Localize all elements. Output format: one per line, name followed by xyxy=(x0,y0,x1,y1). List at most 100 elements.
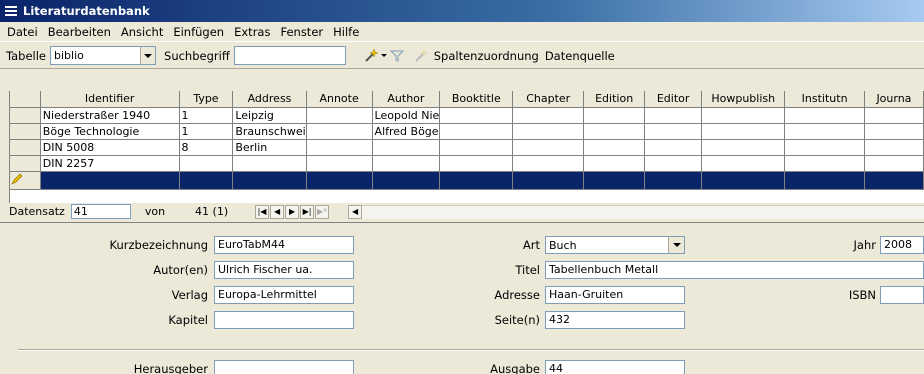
table-row[interactable]: Böge Technologie 1 Braunschwei Alfred Böge xyxy=(10,123,924,140)
table-cell[interactable] xyxy=(701,171,786,190)
table-cell[interactable] xyxy=(512,171,585,190)
table-cell[interactable] xyxy=(701,155,786,172)
table-cell[interactable] xyxy=(512,139,585,156)
table-cell[interactable] xyxy=(439,123,514,140)
table-cell[interactable] xyxy=(583,139,646,156)
table-cell[interactable] xyxy=(306,107,373,124)
ausgabe-input[interactable]: 44 xyxy=(545,360,685,374)
prev-record-button[interactable]: ◀ xyxy=(270,204,285,219)
column-header-editor[interactable]: Editor xyxy=(644,91,703,108)
kurz-input[interactable]: EuroTabM44 xyxy=(214,236,354,254)
row-header[interactable] xyxy=(10,171,41,190)
grid-corner[interactable] xyxy=(10,91,41,108)
table-cell[interactable]: DIN 5008 xyxy=(40,139,180,156)
chevron-down-icon[interactable] xyxy=(668,237,684,253)
kapitel-input[interactable] xyxy=(214,311,354,329)
table-cell[interactable] xyxy=(644,123,703,140)
table-cell[interactable] xyxy=(784,171,865,190)
table-cell[interactable] xyxy=(644,107,703,124)
table-cell[interactable] xyxy=(179,171,234,190)
table-cell[interactable] xyxy=(306,171,373,190)
column-header-edition[interactable]: Edition xyxy=(583,91,646,108)
table-row[interactable]: Niederstraßer 1940 1 Leipzig Leopold Nie xyxy=(10,107,924,124)
column-header-address[interactable]: Address xyxy=(232,91,307,108)
table-row[interactable]: DIN 5008 8 Berlin xyxy=(10,139,924,156)
table-cell[interactable] xyxy=(512,123,585,140)
table-cell[interactable]: Böge Technologie xyxy=(40,123,180,140)
herausgeber-input[interactable] xyxy=(214,360,354,374)
table-cell[interactable] xyxy=(583,171,646,190)
data-grid[interactable]: Identifier Type Address Annote Author Booktit… xyxy=(9,91,924,203)
table-cell[interactable] xyxy=(372,155,441,172)
column-header-howpublish[interactable]: Howpublish xyxy=(701,91,786,108)
titel-input[interactable]: Tabellenbuch Metall xyxy=(545,261,924,279)
search-input[interactable] xyxy=(233,46,346,65)
menu-extras[interactable]: Extras xyxy=(229,25,275,39)
table-cell[interactable] xyxy=(372,171,441,190)
column-header-journa[interactable]: Journa xyxy=(864,91,924,108)
table-cell[interactable] xyxy=(179,155,234,172)
verlag-input[interactable]: Europa-Lehrmittel xyxy=(214,286,354,304)
table-cell[interactable]: Braunschwei xyxy=(232,123,307,140)
row-header[interactable] xyxy=(10,107,41,124)
table-cell[interactable]: Niederstraßer 1940 xyxy=(40,107,180,124)
column-header-chapter[interactable]: Chapter xyxy=(512,91,585,108)
menu-ansicht[interactable]: Ansicht xyxy=(116,25,168,39)
autor-input[interactable]: Ulrich Fischer ua. xyxy=(214,261,354,279)
horizontal-scrollbar[interactable] xyxy=(362,204,924,219)
table-row[interactable] xyxy=(10,171,924,190)
table-cell[interactable] xyxy=(701,107,786,124)
adresse-input[interactable]: Haan-Gruiten xyxy=(545,286,685,304)
table-cell[interactable] xyxy=(306,139,373,156)
new-record-button[interactable]: ▶* xyxy=(315,204,330,219)
table-cell[interactable]: 1 xyxy=(179,123,234,140)
row-header[interactable] xyxy=(10,123,41,140)
table-cell[interactable] xyxy=(583,155,646,172)
table-cell[interactable]: Leipzig xyxy=(232,107,307,124)
table-cell[interactable] xyxy=(232,171,307,190)
table-cell[interactable]: Berlin xyxy=(232,139,307,156)
table-cell[interactable] xyxy=(512,155,585,172)
table-cell[interactable] xyxy=(512,107,585,124)
table-cell[interactable] xyxy=(784,107,865,124)
table-cell[interactable] xyxy=(306,123,373,140)
row-header[interactable] xyxy=(10,139,41,156)
column-assign-icon[interactable] xyxy=(412,47,430,65)
column-header-author[interactable]: Author xyxy=(372,91,441,108)
scroll-left-button[interactable]: ◀ xyxy=(348,204,363,219)
table-cell[interactable]: Leopold Nie xyxy=(372,107,441,124)
art-select[interactable]: Buch xyxy=(545,236,685,254)
table-cell[interactable] xyxy=(864,139,924,156)
table-cell[interactable] xyxy=(784,139,865,156)
column-header-identifier[interactable]: Identifier xyxy=(40,91,180,108)
table-cell[interactable] xyxy=(701,123,786,140)
chevron-down-icon[interactable] xyxy=(140,47,156,64)
column-assign-button[interactable]: Spaltenzuordnung xyxy=(434,49,539,63)
table-cell[interactable]: 8 xyxy=(179,139,234,156)
table-cell[interactable] xyxy=(439,155,514,172)
table-cell[interactable] xyxy=(644,155,703,172)
table-cell[interactable]: Alfred Böge xyxy=(372,123,441,140)
table-cell[interactable] xyxy=(583,107,646,124)
last-record-button[interactable]: ▶| xyxy=(300,204,315,219)
menu-fenster[interactable]: Fenster xyxy=(275,25,328,39)
record-number-input[interactable]: 41 xyxy=(70,204,131,219)
table-cell[interactable] xyxy=(439,107,514,124)
table-cell[interactable] xyxy=(439,139,514,156)
table-cell[interactable] xyxy=(439,171,514,190)
table-row[interactable]: DIN 2257 xyxy=(10,155,924,172)
table-cell[interactable] xyxy=(864,107,924,124)
filter-icon[interactable] xyxy=(388,47,406,65)
table-cell[interactable] xyxy=(232,155,307,172)
table-cell[interactable] xyxy=(784,123,865,140)
first-record-button[interactable]: |◀ xyxy=(255,204,270,219)
menu-einfügen[interactable]: Einfügen xyxy=(168,25,229,39)
column-header-type[interactable]: Type xyxy=(179,91,234,108)
jahr-input[interactable]: 2008 xyxy=(880,236,924,254)
magic-wand-icon[interactable] xyxy=(362,47,380,65)
menu-hilfe[interactable]: Hilfe xyxy=(328,25,364,39)
table-select[interactable]: biblio xyxy=(50,46,157,65)
column-header-booktitle[interactable]: Booktitle xyxy=(439,91,514,108)
table-cell[interactable]: 1 xyxy=(179,107,234,124)
dropdown-arrow-icon[interactable] xyxy=(380,47,388,65)
